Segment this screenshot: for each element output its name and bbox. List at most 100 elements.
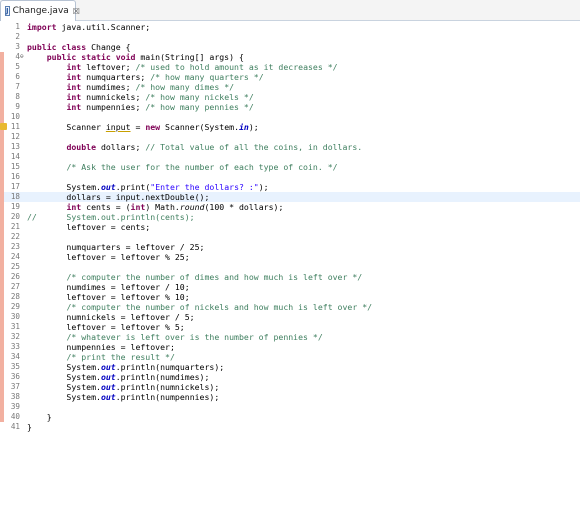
line-number: 29 [10,302,20,311]
line-number: 14 [10,152,20,161]
code-text: dollars = input.nextDouble(); [27,192,210,202]
line-number: 33 [10,342,20,351]
line-number: 2 [15,32,20,41]
code-line[interactable]: 39 [0,402,580,412]
code-line[interactable]: 27 numdimes = leftover / 10; [0,282,580,292]
code-line[interactable]: 11 Scanner input = new Scanner(System.in… [0,122,580,132]
code-line[interactable]: 15 /* Ask the user for the number of eac… [0,162,580,172]
line-number: 4 [15,52,20,61]
code-text: leftover = leftover % 10; [27,292,190,302]
tab-title: Change.java [12,6,69,16]
code-text: } [27,422,32,432]
line-number: 19 [10,202,20,211]
code-line[interactable]: 20 // System.out.println(cents); [0,212,580,222]
line-number: 28 [10,292,20,301]
line-number: 3 [15,42,20,51]
code-text: public class Change { [27,42,131,52]
code-line[interactable]: 32 /* whatever is left over is the numbe… [0,332,580,342]
line-number: 36 [10,372,20,381]
code-text: numdimes = leftover / 10; [27,282,190,292]
code-text: numquarters = leftover / 25; [27,242,205,252]
code-text: public static void main(String[] args) { [46,52,244,62]
code-line[interactable]: 16 [0,172,580,182]
code-line[interactable]: 35 System.out.println(numquarters); [0,362,580,372]
code-text: int numnickels; /* how many nickels */ [66,92,254,102]
code-text: int leftover; /* used to hold amount as … [66,62,338,72]
code-line[interactable]: 13 double dollars; // Total value of all… [0,142,580,152]
editor-tab-bar: J Change.java ☒ [0,0,580,21]
code-line[interactable]: 29 /* computer the number of nickels and… [0,302,580,312]
code-text: /* computer the number of dimes and how … [66,272,363,282]
code-line[interactable]: 21 leftover = cents; [0,222,580,232]
code-line[interactable]: 3 public class Change { [0,42,580,52]
code-line[interactable]: 33 numpennies = leftover; [0,342,580,352]
code-line[interactable]: 40 } [0,412,580,422]
line-number: 25 [10,262,20,271]
code-line[interactable]: 30 numnickels = leftover / 5; [0,312,580,322]
code-text: /* computer the number of nickels and ho… [66,302,373,312]
code-editor[interactable]: 1 import java.util.Scanner; 2 3 public class… [0,21,580,505]
close-icon[interactable]: ☒ [73,7,80,16]
line-number: 23 [10,242,20,251]
code-text: leftover = leftover % 25; [27,252,190,262]
line-number: 26 [10,272,20,281]
code-line[interactable]: 8 int numnickels; /* how many nickels */ [0,92,580,102]
line-number: 27 [10,282,20,291]
code-line[interactable]: 22 [0,232,580,242]
line-number: 17 [10,182,20,191]
code-line[interactable]: 41} [0,422,580,432]
line-number: 1 [15,22,20,31]
line-number: 9 [15,102,20,111]
code-text: leftover = cents; [27,222,151,232]
code-line[interactable]: 24 leftover = leftover % 25; [0,252,580,262]
code-line[interactable]: 2 [0,32,580,42]
code-text: /* whatever is left over is the number o… [66,332,323,342]
line-number: 7 [15,82,20,91]
line-number: 31 [10,322,20,331]
line-number: 21 [10,222,20,231]
code-line[interactable]: 17 System.out.print("Enter the dollars? … [0,182,580,192]
line-number: 10 [10,112,20,121]
line-number: 12 [10,132,20,141]
line-number: 30 [10,312,20,321]
code-line[interactable]: 34 /* print the result */ [0,352,580,362]
line-number: 18 [10,192,20,201]
code-line[interactable]: 5 int leftover; /* used to hold amount a… [0,62,580,72]
java-file-icon: J [5,6,10,16]
line-number: 40 [10,412,20,421]
code-line[interactable]: 31 leftover = leftover % 5; [0,322,580,332]
code-text: } [27,412,52,422]
code-text: int numquarters; /* how many quarters */ [66,72,264,82]
code-line[interactable]: 4 ⊖ public static void main(String[] args… [0,52,580,62]
code-line[interactable]: 25 [0,262,580,272]
code-line[interactable]: 28 leftover = leftover % 10; [0,292,580,302]
code-line[interactable]: 18 dollars = input.nextDouble(); [0,192,580,202]
line-number: 41 [10,422,20,431]
line-number: 11 [10,122,20,131]
line-number: 34 [10,352,20,361]
code-line[interactable]: 37 System.out.println(numnickels); [0,382,580,392]
fold-toggle-icon[interactable]: ⊖ [20,52,26,62]
code-line[interactable]: 23 numquarters = leftover / 25; [0,242,580,252]
code-line[interactable]: 36 System.out.println(numdimes); [0,372,580,382]
code-line[interactable]: 1 import java.util.Scanner; [0,22,580,32]
code-text: numnickels = leftover / 5; [27,312,195,322]
code-line[interactable]: 7 int numdimes; /* how many dimes */ [0,82,580,92]
code-line[interactable]: 26 /* computer the number of dimes and h… [0,272,580,282]
tab-change-java[interactable]: J Change.java ☒ [0,0,80,21]
code-line[interactable]: 10 [0,112,580,122]
code-line[interactable]: 9 int numpennies; /* how many pennies */ [0,102,580,112]
code-text: System.out.print("Enter the dollars? :")… [27,182,269,192]
code-text: /* Ask the user for the number of each t… [66,162,338,172]
line-number: 6 [15,72,20,81]
code-line[interactable]: 6 int numquarters; /* how many quarters … [0,72,580,82]
code-text: /* print the result */ [66,352,175,362]
code-text: System.out.println(numnickels); [27,382,220,392]
code-line[interactable]: 14 [0,152,580,162]
code-line[interactable]: 38 System.out.println(numpennies); [0,392,580,402]
line-number: 24 [10,252,20,261]
code-text: leftover = leftover % 5; [27,322,185,332]
code-line[interactable]: 12 [0,132,580,142]
line-number: 35 [10,362,20,371]
code-line[interactable]: 19 int cents = (int) Math.round(100 * do… [0,202,580,212]
